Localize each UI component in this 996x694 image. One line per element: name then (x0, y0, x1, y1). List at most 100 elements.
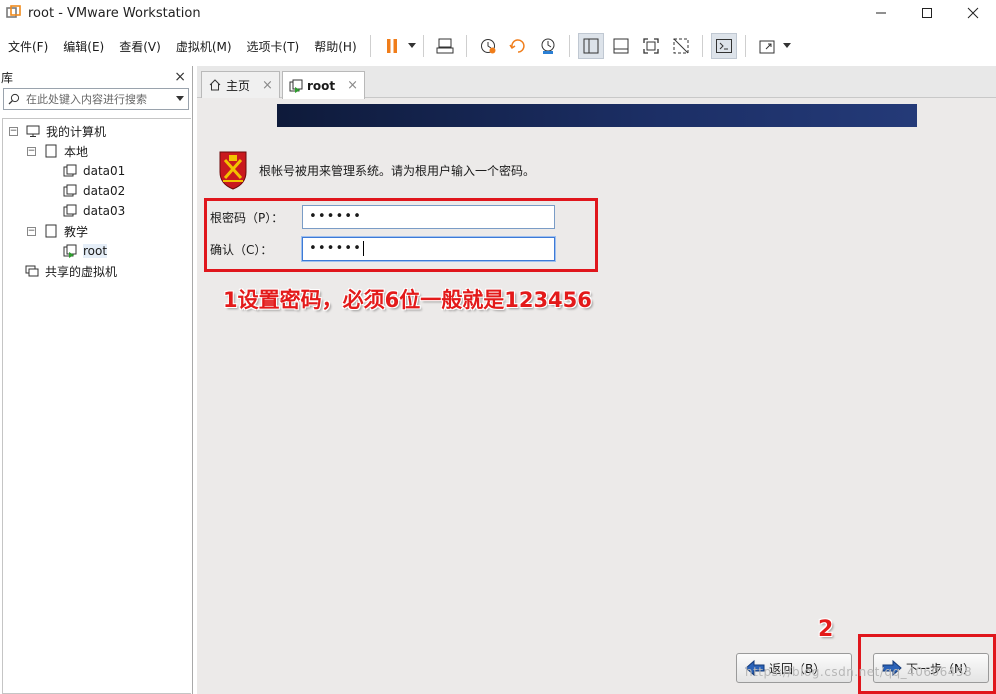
library-search-input[interactable] (26, 92, 176, 106)
tree-label: root (83, 244, 108, 258)
tree-node-data01[interactable]: data01 (63, 161, 125, 181)
vm-tree: − 我的计算机 − 本地 data01 data02 data03 − 教学 r… (2, 118, 191, 694)
unity-button[interactable] (668, 33, 694, 59)
tab-close-button[interactable]: × (262, 78, 273, 93)
collapse-toggle[interactable]: − (9, 126, 18, 136)
toolbar-separator (369, 35, 371, 57)
tab-root[interactable]: root × (282, 71, 366, 99)
vm-icon (63, 184, 77, 197)
console-icon (715, 39, 732, 53)
vm-content-area: 主页 × root × 根帐号被用来管理系统。请为根用户输入一个密码。 根密码（… (197, 66, 996, 694)
thumbnail-view-icon (613, 38, 629, 54)
library-header: 库 × (0, 66, 192, 88)
tab-home[interactable]: 主页 × (201, 71, 280, 98)
revert-snapshot-icon (509, 39, 525, 53)
toolbar-separator (744, 35, 746, 57)
annotation-highlight-password (204, 198, 598, 272)
pause-button[interactable] (379, 33, 405, 59)
chevron-down-icon (782, 43, 791, 48)
tree-node-shared-vms[interactable]: 共享的虚拟机 (25, 261, 117, 281)
close-window-button[interactable] (950, 0, 996, 26)
tab-label: 主页 (226, 78, 251, 93)
close-icon (967, 7, 979, 19)
stretch-icon (759, 40, 775, 54)
menu-edit[interactable]: 编辑(E) (55, 38, 111, 55)
annotation-step-2: 2 (818, 617, 834, 642)
unity-icon (673, 38, 689, 54)
menu-file[interactable]: 文件(F) (0, 38, 55, 55)
tree-label: 本地 (64, 144, 89, 159)
tree-label: 教学 (64, 224, 89, 239)
library-panel: 库 × − 我的计算机 − 本地 data01 data02 data03 (0, 66, 193, 694)
tree-label: data03 (83, 204, 126, 218)
minimize-button[interactable] (858, 0, 904, 26)
tree-label: 我的计算机 (46, 124, 107, 139)
maximize-icon (922, 8, 932, 18)
window-title: root - VMware Workstation (28, 5, 201, 21)
search-icon (8, 93, 20, 105)
home-icon (209, 79, 221, 91)
watermark-text: https://blog.csdn.net/qq_40606458 (745, 665, 973, 679)
toolbar-separator (465, 35, 467, 57)
chevron-down-icon[interactable] (176, 96, 184, 102)
revert-snapshot-button[interactable] (505, 33, 531, 59)
take-snapshot-button[interactable] (475, 33, 501, 59)
send-keys-icon (436, 38, 454, 54)
tree-label: data02 (83, 184, 126, 198)
running-vm-icon (289, 79, 303, 93)
tab-label: root (307, 78, 336, 93)
pause-dropdown[interactable] (407, 33, 417, 59)
menu-help[interactable]: 帮助(H) (306, 38, 363, 55)
snapshot-icon (480, 39, 496, 54)
running-vm-icon (63, 244, 77, 258)
title-bar: root - VMware Workstation (0, 0, 996, 26)
vm-icon (63, 204, 77, 217)
menu-bar: 文件(F) 编辑(E) 查看(V) 虚拟机(M) 选项卡(T) 帮助(H) (0, 30, 996, 62)
maximize-button[interactable] (904, 0, 950, 26)
snapshot-manager-button[interactable] (535, 33, 561, 59)
menu-view[interactable]: 查看(V) (111, 38, 168, 55)
console-view-button[interactable] (710, 33, 737, 59)
library-view-icon (583, 38, 599, 54)
tab-close-button[interactable]: × (347, 78, 358, 93)
tree-node-teaching[interactable]: − 教学 (27, 221, 88, 241)
toolbar-separator (701, 35, 703, 57)
chevron-down-icon (407, 43, 416, 48)
installer-intro-text: 根帐号被用来管理系统。请为根用户输入一个密码。 (259, 164, 536, 178)
window-controls (858, 0, 996, 26)
vm-icon (63, 164, 77, 177)
stretch-guest-button[interactable] (754, 33, 780, 59)
snapshot-manager-icon (541, 38, 555, 54)
collapse-toggle[interactable]: − (27, 146, 36, 156)
tree-node-root[interactable]: root (63, 241, 108, 261)
toolbar-separator (568, 35, 570, 57)
folder-icon (45, 144, 57, 158)
send-ctrl-alt-del-button[interactable] (432, 33, 458, 59)
show-library-button[interactable] (577, 33, 604, 59)
menu-tabs[interactable]: 选项卡(T) (239, 38, 307, 55)
tree-node-my-computer[interactable]: − 我的计算机 (9, 121, 106, 141)
thumbnail-bar-button[interactable] (608, 33, 634, 59)
fullscreen-icon (642, 38, 659, 54)
tree-node-local[interactable]: − 本地 (27, 141, 88, 161)
tree-node-data03[interactable]: data03 (63, 201, 125, 221)
shared-vms-icon (25, 265, 39, 277)
root-shield-icon (219, 151, 247, 190)
tree-label: 共享的虚拟机 (45, 264, 118, 279)
installer-banner (277, 104, 917, 127)
folder-icon (45, 224, 57, 238)
menu-vm[interactable]: 虚拟机(M) (168, 38, 239, 55)
minimize-icon (876, 12, 886, 14)
fullscreen-button[interactable] (638, 33, 664, 59)
library-search (3, 88, 189, 110)
library-title: 库 (1, 70, 14, 85)
collapse-toggle[interactable]: − (27, 226, 36, 236)
library-close-button[interactable]: × (174, 69, 186, 85)
pause-icon (386, 39, 397, 53)
tree-node-data02[interactable]: data02 (63, 181, 125, 201)
toolbar-separator (422, 35, 424, 57)
tab-strip: 主页 × root × (197, 66, 996, 99)
computer-icon (26, 125, 40, 137)
vmware-logo-icon (6, 5, 21, 18)
stretch-dropdown[interactable] (782, 33, 792, 59)
